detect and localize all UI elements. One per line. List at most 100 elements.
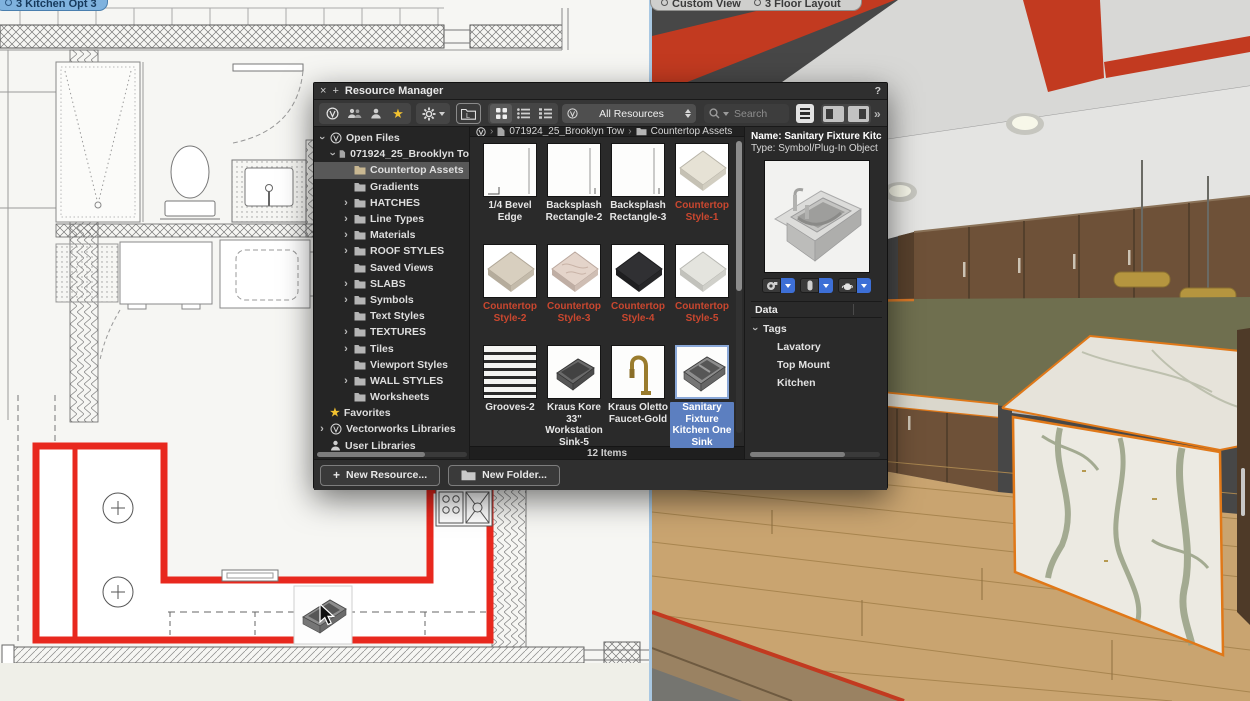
folder-icon: [354, 376, 366, 386]
render-mode-dropdown[interactable]: [762, 278, 795, 293]
asset-countertop-style-2[interactable]: Countertop Style-2: [478, 244, 542, 345]
asset-backsplash-rectangle-3[interactable]: Backsplash Rectangle-3: [606, 143, 670, 244]
folder-icon: [354, 230, 366, 240]
preview-type: Type: Symbol/Plug-In Object: [751, 143, 882, 154]
asset-countertop-style-3[interactable]: Countertop Style-3: [542, 244, 606, 345]
help-icon[interactable]: ?: [875, 85, 881, 97]
compact-rows-button[interactable]: [796, 104, 814, 123]
view-mode-dropdown[interactable]: [800, 278, 833, 293]
tree-item-materials[interactable]: › Materials: [314, 227, 469, 243]
toolbar-overflow-button[interactable]: »: [874, 107, 881, 121]
star-icon: ★: [330, 408, 340, 418]
palette-title: Resource Manager: [345, 85, 443, 97]
folder-icon: [354, 279, 366, 289]
asset-backsplash-rectangle-2[interactable]: Backsplash Rectangle-2: [542, 143, 606, 244]
dropdown-arrow-button[interactable]: [857, 278, 871, 293]
gear-icon: [422, 107, 436, 121]
tree-item-wall-styles[interactable]: › WALL STYLES: [314, 373, 469, 389]
tree-item-viewport-styles[interactable]: Viewport Styles: [314, 357, 469, 373]
add-window-icon[interactable]: +: [332, 86, 338, 97]
dropdown-arrow-button[interactable]: [819, 278, 833, 293]
user-libraries-button[interactable]: [365, 104, 387, 123]
asset-countertop-style-5[interactable]: Countertop Style-5: [670, 244, 734, 345]
folder-icon: [354, 263, 366, 273]
tree-item-text-styles[interactable]: Text Styles: [314, 308, 469, 324]
asset-sanitary-fixture-kitchen-sink[interactable]: Sanitary Fixture Kitchen One Sink: [670, 345, 734, 446]
new-folder-button[interactable]: New Folder...: [448, 465, 560, 486]
vectorworks-icon: [476, 127, 486, 137]
shared-libraries-button[interactable]: [343, 104, 365, 123]
show-right-panel-button[interactable]: [848, 106, 869, 122]
tree-item-vectorworks-libraries[interactable]: › Vectorworks Libraries: [314, 421, 469, 437]
teapot-shading-icon: [838, 278, 857, 293]
favorites-button[interactable]: ★: [387, 104, 409, 123]
view-tab-kitchen-opt[interactable]: 3 Kitchen Opt 3: [0, 0, 108, 11]
view-dot-icon: [5, 0, 12, 6]
asset-grooves-2[interactable]: Grooves-2: [478, 345, 542, 446]
tag-top-mount[interactable]: Top Mount: [751, 359, 882, 371]
search-input[interactable]: [732, 107, 784, 121]
thumbnail-view-button[interactable]: [490, 104, 512, 123]
search-icon: [709, 108, 720, 119]
view-tab-layouts[interactable]: Custom View 3 Floor Layout: [650, 0, 862, 11]
tree-item-symbols[interactable]: › Symbols: [314, 292, 469, 308]
dropdown-arrow-button[interactable]: [781, 278, 795, 293]
settings-menu-button[interactable]: [416, 103, 450, 124]
view-dot-icon: [754, 0, 761, 6]
new-resource-button[interactable]: + New Resource...: [320, 465, 440, 486]
asset-kraus-oletto-faucet[interactable]: Kraus Oletto Faucet-Gold: [606, 345, 670, 446]
tree-item-open-files[interactable]: › Open Files: [314, 130, 469, 146]
vectorworks-libraries-button[interactable]: [321, 104, 343, 123]
chevron-down-icon: [439, 112, 445, 116]
plus-icon: +: [333, 468, 340, 482]
tree-item-countertop-assets[interactable]: Countertop Assets: [314, 162, 469, 178]
tree-item-line-types[interactable]: › Line Types: [314, 211, 469, 227]
shading-mode-dropdown[interactable]: [838, 278, 871, 293]
tree-item-favorites[interactable]: ★ Favorites: [314, 405, 469, 421]
preview-panel: Name: Sanitary Fixture Kitche... Type: S…: [744, 127, 887, 459]
tree-item-tiles[interactable]: › Tiles: [314, 340, 469, 356]
render-mode-icon: [762, 278, 781, 293]
new-folder-toolbar-button[interactable]: L: [456, 103, 481, 124]
asset-countertop-style-1[interactable]: Countertop Style-1: [670, 143, 734, 244]
tree-horizontal-scrollbar[interactable]: [317, 452, 467, 457]
asset-grid: 1/4 Bevel Edge Backsplash Rectangle-2 Ba…: [470, 137, 744, 446]
tree-item-gradients[interactable]: Gradients: [314, 179, 469, 195]
preview-image: [764, 160, 870, 273]
folder-icon: [354, 392, 366, 402]
breadcrumb[interactable]: › 071924_25_Brooklyn Tow › Countertop As…: [470, 127, 744, 137]
tags-group[interactable]: › Tags: [751, 323, 882, 335]
preview-horizontal-scrollbar[interactable]: [750, 452, 880, 457]
tag-kitchen[interactable]: Kitchen: [751, 377, 882, 389]
tree-item-worksheets[interactable]: Worksheets: [314, 389, 469, 405]
resource-filter-select[interactable]: All Resources: [562, 104, 696, 123]
search-field[interactable]: [704, 104, 789, 123]
folder-icon: [354, 311, 366, 321]
grid-vertical-scrollbar[interactable]: [736, 141, 742, 433]
resource-manager-titlebar[interactable]: × + Resource Manager ?: [314, 83, 887, 100]
asset-quarter-bevel-edge[interactable]: 1/4 Bevel Edge: [478, 143, 542, 244]
tree-item-slabs[interactable]: › SLABS: [314, 276, 469, 292]
show-left-panel-button[interactable]: [823, 106, 844, 122]
view-dot-icon: [661, 0, 668, 6]
search-scope-chevron-icon: [723, 112, 729, 116]
tag-lavatory[interactable]: Lavatory: [751, 341, 882, 353]
asset-countertop-style-4[interactable]: Countertop Style-4: [606, 244, 670, 345]
data-section-header[interactable]: Data: [751, 301, 882, 318]
tree-item-hatches[interactable]: › HATCHES: [314, 195, 469, 211]
folder-icon: [354, 214, 366, 224]
close-icon[interactable]: ×: [320, 86, 326, 97]
tree-item-textures[interactable]: › TEXTURES: [314, 324, 469, 340]
asset-kraus-kore-sink[interactable]: Kraus Kore 33" Workstation Sink-5: [542, 345, 606, 446]
folder-icon: [354, 344, 366, 354]
user-icon: [330, 440, 341, 451]
list-view-button[interactable]: [512, 104, 534, 123]
tree-item-saved-views[interactable]: Saved Views: [314, 260, 469, 276]
tree-item-roof-styles[interactable]: › ROOF STYLES: [314, 243, 469, 259]
select-arrows-icon: [685, 109, 691, 118]
tree-item-brooklyn-file[interactable]: › 071924_25_Brooklyn To: [314, 146, 469, 162]
folder-icon: [354, 295, 366, 305]
folder-icon: [354, 182, 366, 192]
detail-view-button[interactable]: [534, 104, 556, 123]
folder-icon: [461, 469, 476, 481]
